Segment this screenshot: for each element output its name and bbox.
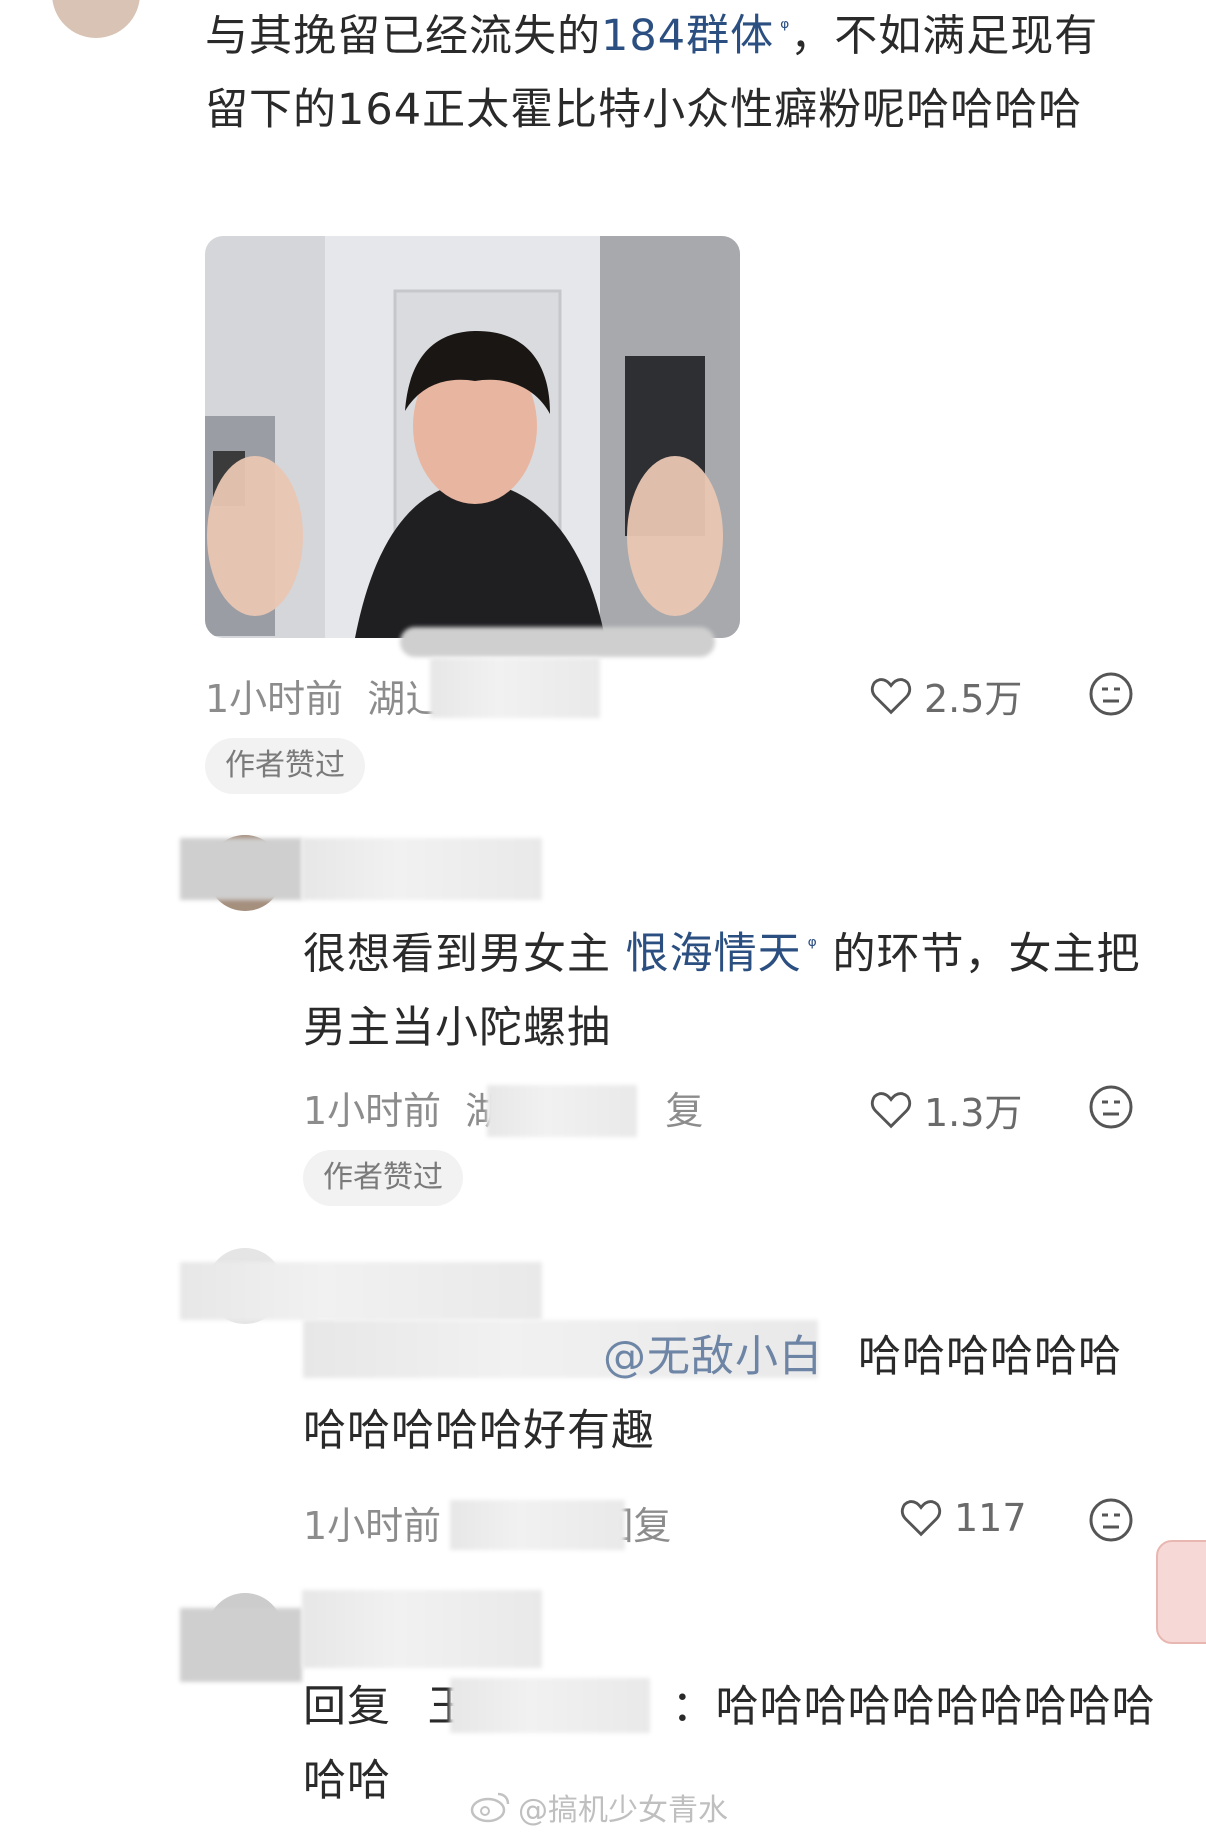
heart-outline-icon xyxy=(900,1500,942,1537)
neutral-face-icon[interactable] xyxy=(1087,1496,1135,1544)
heart-outline-icon xyxy=(870,1091,912,1128)
comment-text: 与其挽留已经流失的184群体 ᵠ，不如满足现有留下的164正太霍比特小众性癖粉呢哈… xyxy=(205,0,1125,147)
blurred-redaction xyxy=(430,658,600,718)
blurred-username xyxy=(302,838,542,900)
like-count: 117 xyxy=(954,1496,1027,1540)
watermark: @搞机少女青水 xyxy=(470,1785,728,1829)
like-button[interactable]: 117 xyxy=(898,1495,1027,1541)
comment-meta: 1小时前 湖⻌ xyxy=(205,668,443,723)
blurred-redaction xyxy=(450,1678,650,1733)
comment-text-part: 很想看到男女主 xyxy=(303,929,626,980)
blurred-redaction xyxy=(487,1085,637,1137)
like-count: 1.3万 xyxy=(924,1091,1023,1135)
blurred-redaction xyxy=(180,1608,302,1682)
blurred-username xyxy=(180,1262,542,1320)
blurred-redaction xyxy=(180,838,302,900)
search-tag-icon: ᵠ xyxy=(807,934,818,959)
neutral-face-icon[interactable] xyxy=(1087,670,1135,718)
topic-link[interactable]: 184群体 ᵠ xyxy=(601,11,790,61)
comment-text: 回复 王：哈哈哈哈哈哈哈哈哈哈哈哈 xyxy=(303,1670,1163,1818)
avatar[interactable] xyxy=(52,0,140,38)
comment-time: 1小时前 xyxy=(303,1504,442,1548)
author-liked-badge: 作者赞过 xyxy=(303,1150,463,1206)
watermark-text: @搞机少女青水 xyxy=(518,1793,728,1828)
comment-text-body: 哈哈哈哈哈哈哈哈哈哈哈好有趣 xyxy=(303,1332,1122,1456)
reply-link[interactable]: 复 xyxy=(665,1089,703,1133)
comment-time: 1小时前 xyxy=(205,677,344,721)
blurred-redaction xyxy=(450,1500,625,1550)
comment-image[interactable] xyxy=(205,236,740,638)
photo-person-raising-hands xyxy=(205,236,740,638)
floating-widget[interactable] xyxy=(1156,1540,1206,1644)
blurred-username xyxy=(302,1590,542,1668)
weibo-logo-icon xyxy=(470,1792,510,1823)
heart-outline-icon xyxy=(870,677,912,714)
reply-prefix: 回复 xyxy=(303,1682,391,1732)
comment-text: 很想看到男女主 恨海情天 ᵠ 的环节，女主把男主当小陀螺抽 xyxy=(303,910,1173,1065)
like-button[interactable]: 1.3万 xyxy=(868,1082,1022,1137)
neutral-face-icon[interactable] xyxy=(1087,1083,1135,1131)
like-count: 2.5万 xyxy=(924,677,1023,721)
author-liked-badge: 作者赞过 xyxy=(205,738,365,794)
like-button[interactable]: 2.5万 xyxy=(868,668,1022,723)
comment-text-part: 与其挽留已经流失的 xyxy=(205,11,601,62)
topic-link[interactable]: 恨海情天 ᵠ xyxy=(626,929,818,979)
comment-time: 1小时前 xyxy=(303,1089,442,1133)
blurred-redaction xyxy=(400,627,715,657)
search-tag-icon: ᵠ xyxy=(780,16,791,41)
